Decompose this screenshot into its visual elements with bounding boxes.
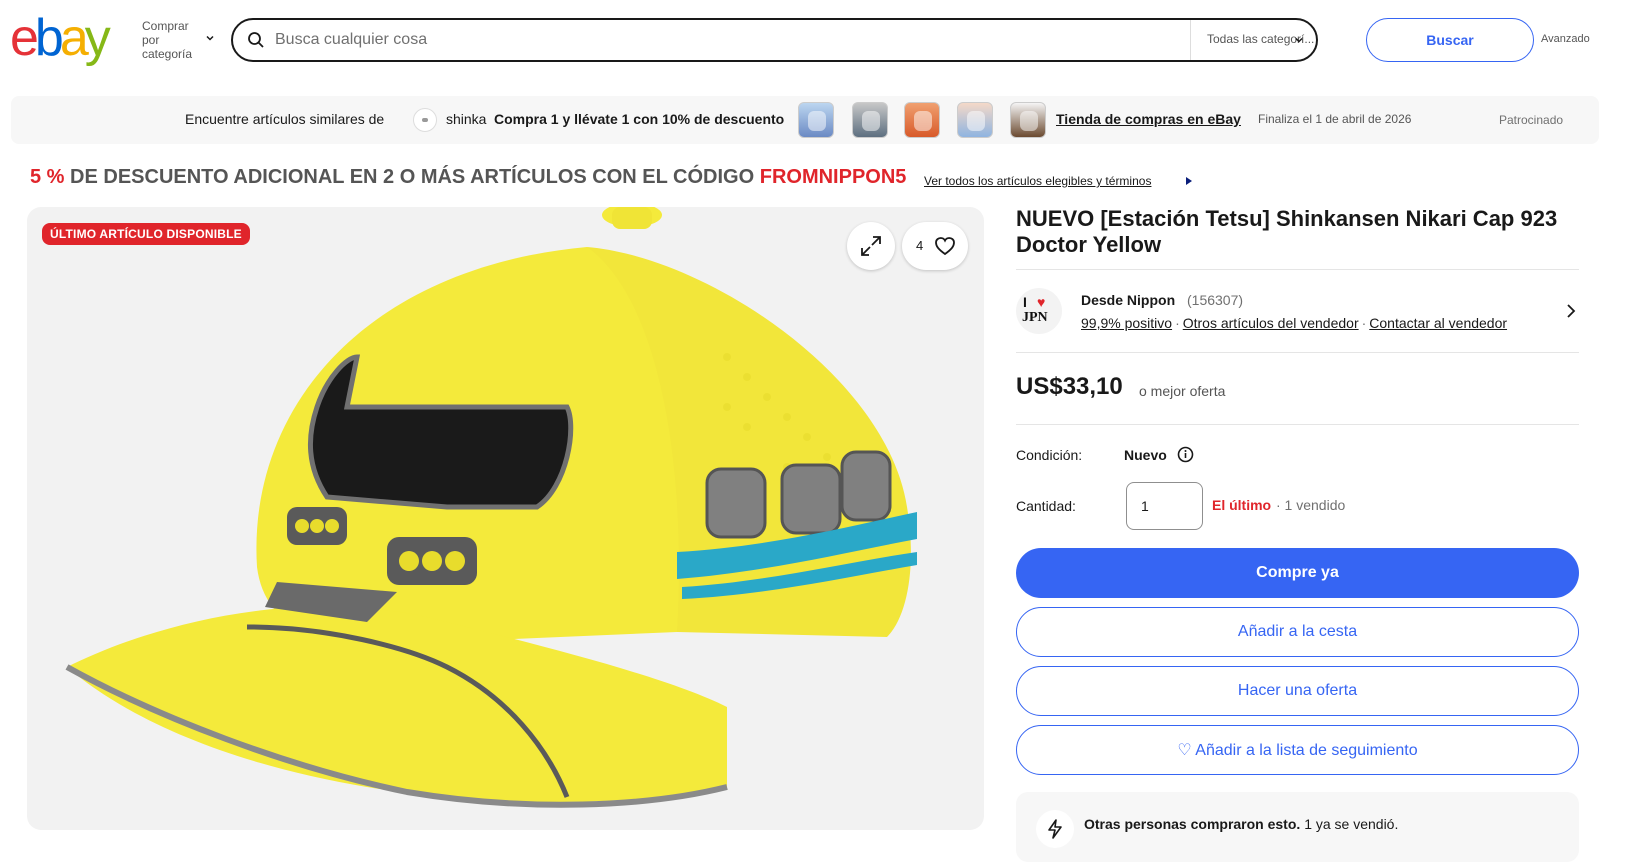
store-link[interactable]: Tienda de compras en eBay — [1056, 111, 1241, 127]
others-bought-rest: 1 ya se vendió. — [1304, 816, 1399, 832]
info-icon[interactable] — [1177, 446, 1194, 463]
search-input[interactable] — [275, 28, 1095, 52]
seller-name[interactable]: Desde Nippon — [1081, 292, 1175, 308]
product-image — [65, 207, 917, 808]
chevron-right-icon[interactable] — [1565, 304, 1577, 318]
lightning-icon-wrap — [1036, 810, 1074, 848]
condition-value: Nuevo — [1124, 447, 1167, 463]
search-button[interactable]: Buscar — [1366, 18, 1534, 62]
watch-button[interactable]: 4 — [902, 222, 968, 270]
coupon-terms-link[interactable]: Ver todos los artículos elegibles y térm… — [924, 174, 1151, 188]
product-image-panel[interactable]: ÚLTIMO ARTÍCULO DISPONIBLE 4 — [27, 207, 984, 830]
seller-feedback-count: (156307) — [1187, 292, 1244, 308]
add-to-watchlist-button[interactable]: ♡ Añadir a la lista de seguimiento — [1016, 725, 1579, 775]
header: ebay Comprar por categoría Todas las cat… — [0, 0, 1628, 84]
ebay-logo[interactable]: ebay — [10, 8, 111, 68]
shop-by-category-label: Comprar por categoría — [142, 19, 193, 61]
search-icon — [248, 32, 264, 48]
watch-count: 4 — [916, 238, 924, 253]
product-title: NUEVO [Estación Tetsu] Shinkansen Nikari… — [1016, 206, 1558, 257]
make-offer-button[interactable]: Hacer una oferta — [1016, 666, 1579, 716]
seller-avatar[interactable]: I ♥ JPN — [1016, 288, 1062, 334]
avatar-letters: JPN — [1022, 310, 1048, 325]
add-to-cart-button[interactable]: Añadir a la cesta — [1016, 607, 1579, 657]
store-logo — [413, 108, 437, 132]
search-bar: Todas las categorí... — [231, 18, 1318, 62]
banner-thumbnail[interactable] — [904, 102, 940, 138]
banner-thumbnail[interactable] — [798, 102, 834, 138]
category-select[interactable]: Todas las categorí... — [1190, 20, 1318, 60]
best-offer-label: o mejor oferta — [1139, 383, 1226, 399]
banner-end-date: Finaliza el 1 de abril de 2026 — [1258, 112, 1412, 126]
coupon-code: FROMNIPPON5 — [759, 166, 907, 188]
coupon-text: DE DESCUENTO ADICIONAL EN 2 O MÁS ARTÍCU… — [70, 166, 755, 188]
shop-by-category-button[interactable]: Comprar por categoría — [142, 19, 214, 61]
avatar-letter: I — [1023, 294, 1027, 310]
sponsored-banner[interactable]: Encuentre artículos similares de shinka … — [11, 96, 1599, 144]
separator-dot: · — [1361, 315, 1367, 331]
divider — [1016, 269, 1579, 270]
banner-promo: Compra 1 y llévate 1 con 10% de descuent… — [494, 111, 785, 127]
chevron-down-icon — [206, 35, 214, 41]
heart-icon — [935, 237, 955, 256]
store-name: shinka — [446, 111, 487, 127]
seller-links: 99,9% positivo · Otros artículos del vende… — [1081, 315, 1507, 331]
last-one-label: El último — [1212, 497, 1272, 513]
chevron-down-icon — [1295, 37, 1303, 43]
buy-now-button[interactable]: Compre ya — [1016, 548, 1579, 598]
quantity-label: Cantidad: — [1016, 498, 1076, 514]
divider — [1016, 352, 1579, 353]
divider — [1016, 424, 1579, 425]
condition-label: Condición: — [1016, 447, 1083, 463]
banner-thumbnail[interactable] — [957, 102, 993, 138]
banner-thumbnail[interactable] — [852, 102, 888, 138]
banner-thumbnail[interactable] — [1010, 102, 1046, 138]
others-bought-notice: Otras personas compraron esto. 1 ya se v… — [1016, 792, 1579, 862]
sponsored-label: Patrocinado — [1499, 113, 1564, 127]
heart-icon: ♥ — [1037, 294, 1046, 310]
contact-seller-link[interactable]: Contactar al vendedor — [1369, 315, 1507, 331]
coupon-percent: 5 % — [30, 166, 65, 188]
advanced-search-link[interactable]: Avanzado — [1541, 33, 1590, 45]
coupon-banner: 5 % DE DESCUENTO ADICIONAL EN 2 O MÁS AR… — [30, 166, 906, 189]
banner-lead-text: Encuentre artículos similares de — [185, 111, 385, 127]
last-item-badge: ÚLTIMO ARTÍCULO DISPONIBLE — [42, 223, 250, 245]
seller-other-items-link[interactable]: Otros artículos del vendedor — [1183, 315, 1359, 331]
sold-count: · 1 vendido — [1276, 497, 1346, 513]
expand-image-button[interactable] — [847, 222, 895, 270]
seller-positive-link[interactable]: 99,9% positivo — [1081, 315, 1172, 331]
expand-icon — [861, 236, 881, 256]
price: US$33,10 — [1016, 373, 1123, 400]
others-bought-bold: Otras personas compraron esto. — [1084, 816, 1301, 832]
quantity-input[interactable] — [1126, 482, 1203, 530]
lightning-icon — [1048, 819, 1062, 839]
others-bought-text: Otras personas compraron esto. 1 ya se v… — [1084, 816, 1398, 832]
play-arrow-icon — [1186, 177, 1192, 185]
separator-dot: · — [1175, 315, 1180, 331]
